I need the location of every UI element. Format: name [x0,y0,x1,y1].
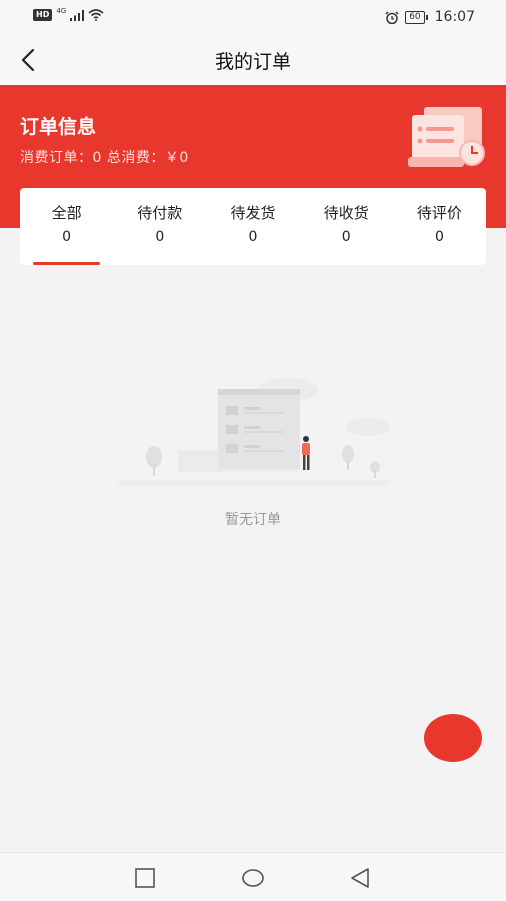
status-bar: HD 4G 60 16:07 [0,0,506,34]
status-left: HD 4G [33,7,104,21]
empty-state-text: 暂无订单 [225,512,281,528]
tab-pending-review[interactable]: 待评价 0 [393,188,486,265]
tab-pending-receipt[interactable]: 待收货 0 [300,188,393,265]
hd-badge: HD [33,9,53,21]
empty-orders-illustration [118,378,390,486]
wifi-icon [88,9,104,21]
home-icon[interactable] [241,866,265,890]
network-type: 4G [56,7,67,15]
clock: 16:07 [434,9,475,25]
tab-pending-shipment[interactable]: 待发货 0 [206,188,299,265]
system-nav-bar [0,852,506,901]
status-right: 60 16:07 [385,9,475,25]
order-summary: 消费订单：0 总消费：￥0 [20,150,189,166]
tab-count: 0 [248,229,258,245]
active-tab-indicator [33,262,101,265]
tab-label: 待付款 [137,204,183,222]
battery-indicator: 60 [405,10,429,24]
alarm-icon [385,10,399,24]
tab-label: 待收货 [323,204,369,222]
tab-label: 全部 [51,204,82,222]
tab-pending-payment[interactable]: 待付款 0 [113,188,206,265]
recent-apps-icon[interactable] [133,866,157,890]
back-triangle-icon[interactable] [348,866,372,890]
page-title: 我的订单 [214,51,291,73]
tab-count: 0 [62,229,72,245]
tab-count: 0 [341,229,351,245]
tab-label: 待发货 [230,204,276,222]
nav-bar: 我的订单 [0,34,506,85]
order-info-title: 订单信息 [20,116,97,138]
tab-count: 0 [155,229,165,245]
floating-action-button[interactable] [424,714,482,762]
tab-count: 0 [434,229,444,245]
order-receipt-icon [408,107,485,167]
signal-icon [70,9,85,21]
tab-all[interactable]: 全部 0 [20,188,113,265]
order-status-tabs: 全部 0 待付款 0 待发货 0 待收货 0 待评价 0 [20,188,486,265]
tab-label: 待评价 [416,204,462,222]
